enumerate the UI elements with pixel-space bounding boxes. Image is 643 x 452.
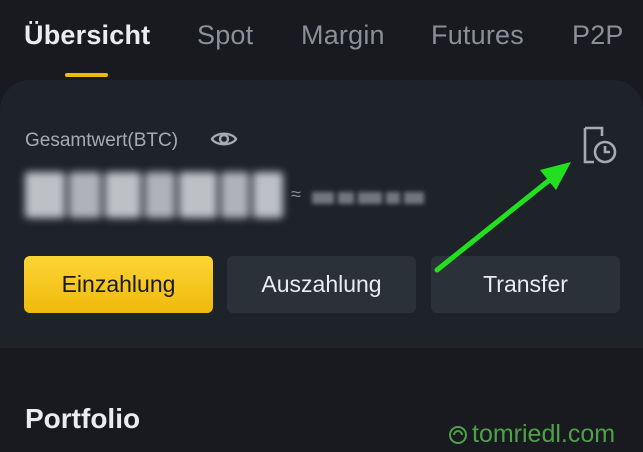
- active-tab-indicator: [65, 73, 108, 77]
- total-value-label: Gesamtwert(BTC): [25, 130, 179, 151]
- tab-spot[interactable]: Spot: [197, 20, 253, 51]
- tab-margin[interactable]: Margin: [301, 20, 385, 51]
- watermark: tomriedl.com: [448, 420, 615, 449]
- deposit-button[interactable]: Einzahlung: [24, 256, 213, 313]
- portfolio-heading: Portfolio: [25, 403, 141, 434]
- tab-p2p[interactable]: P2P: [572, 20, 624, 51]
- transfer-button[interactable]: Transfer: [431, 256, 620, 313]
- tab-overview[interactable]: Übersicht: [24, 20, 150, 51]
- section-divider: [0, 348, 643, 360]
- hidden-fiat-balance: [312, 188, 424, 208]
- watermark-logo-icon: [449, 425, 467, 444]
- approx-symbol: ≈: [291, 184, 301, 204]
- transaction-history-icon[interactable]: [582, 126, 618, 166]
- eye-icon[interactable]: [210, 127, 238, 151]
- wallet-tab-bar: Übersicht Spot Margin Futures P2P: [0, 0, 643, 80]
- withdraw-button[interactable]: Auszahlung: [227, 256, 416, 313]
- hidden-btc-balance: [25, 172, 283, 218]
- watermark-text: tomriedl.com: [472, 420, 616, 448]
- tab-futures[interactable]: Futures: [431, 20, 524, 51]
